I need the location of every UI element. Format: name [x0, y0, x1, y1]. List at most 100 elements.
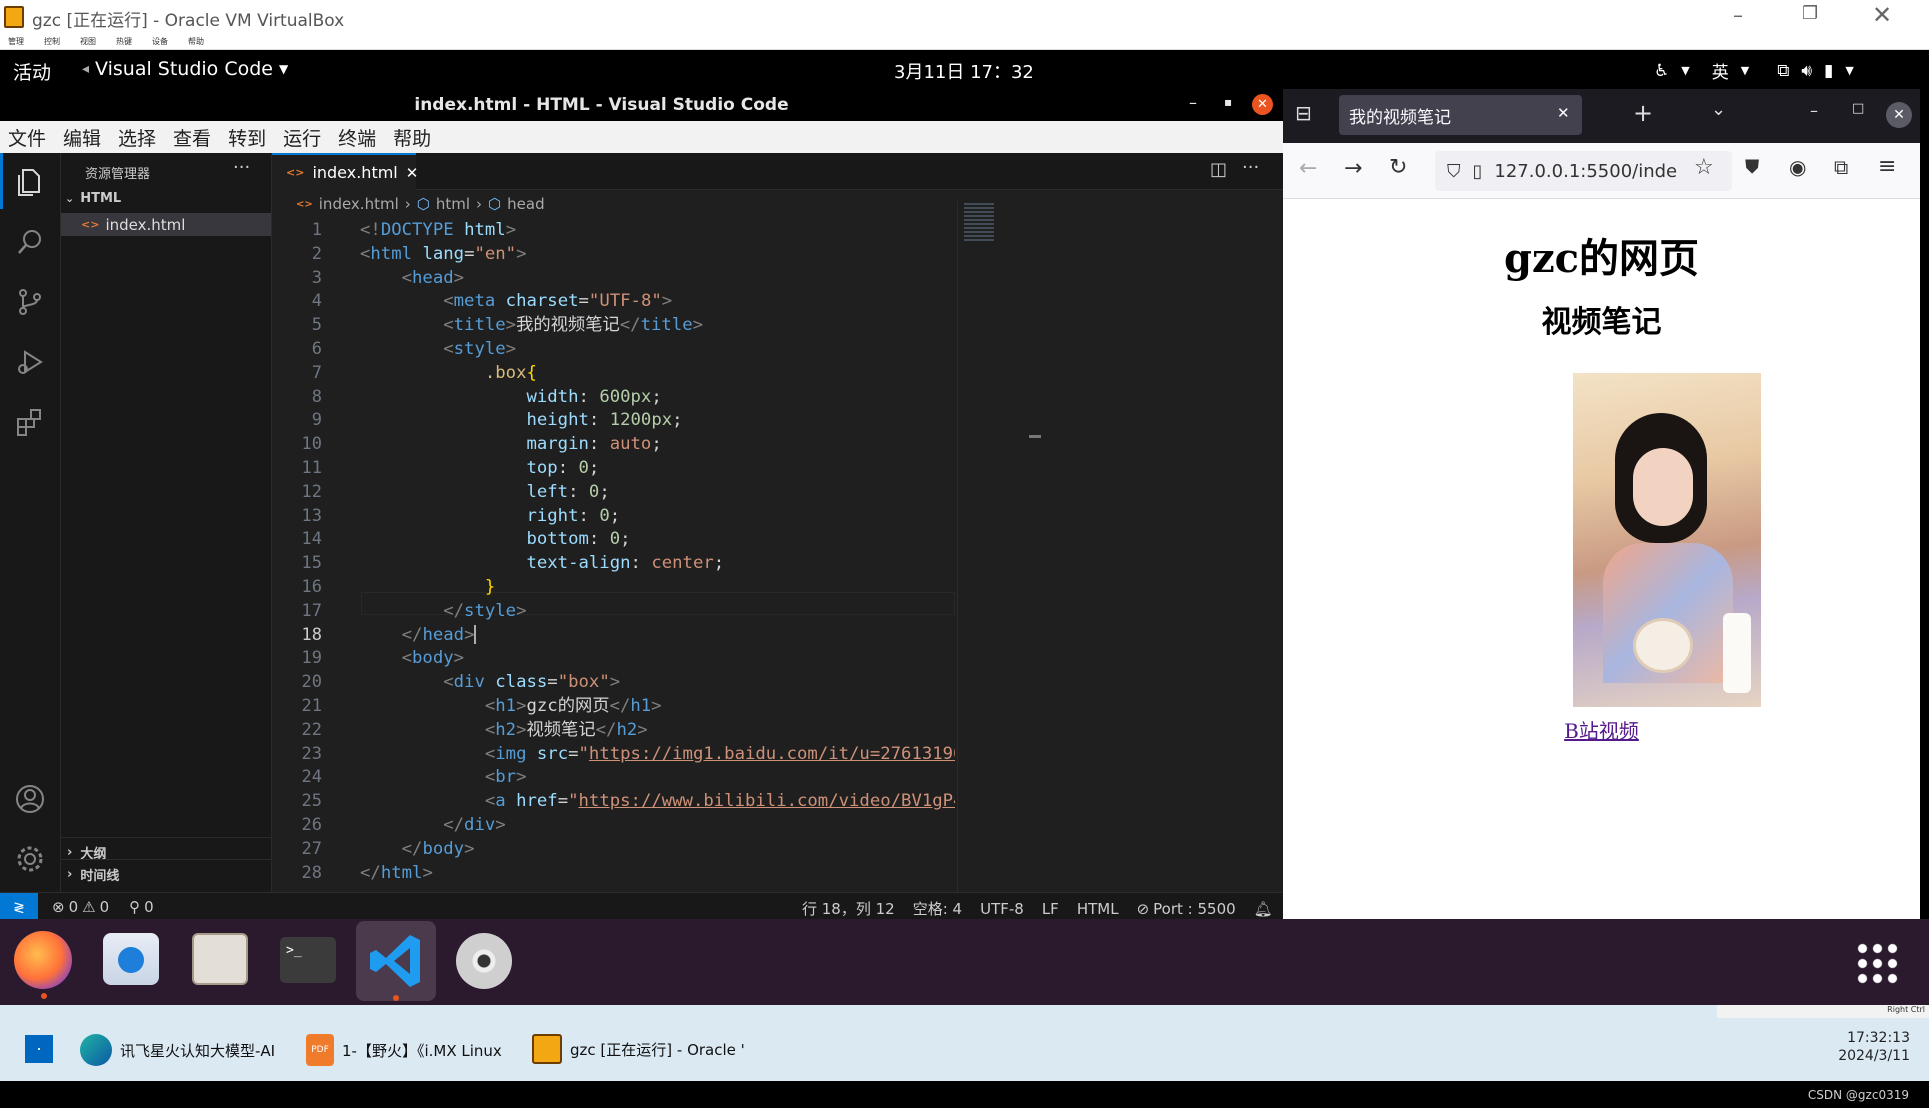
cursor-position[interactable]: 行 18，列 12 [802, 898, 895, 919]
shield-icon[interactable]: ⛉ [1447, 161, 1461, 182]
account-icon[interactable]: ◉ [1789, 155, 1806, 179]
vbox-menu-item[interactable]: 控制 [44, 36, 60, 47]
breadcrumb-item[interactable]: head [507, 195, 544, 213]
vbox-menu-item[interactable]: 帮助 [188, 36, 204, 47]
taskbar-item-virtualbox[interactable]: gzc [正在运行] - Oracle ' [532, 1034, 745, 1064]
menu-run[interactable]: 运行 [283, 124, 321, 151]
software-center-icon[interactable] [103, 933, 159, 985]
tab-overview-icon[interactable]: ⊟ [1295, 101, 1312, 125]
vscode-launcher-active[interactable] [356, 921, 436, 1001]
vbox-menu-item[interactable]: 视图 [80, 36, 96, 47]
vbox-menu-item[interactable]: 热键 [116, 36, 132, 47]
code-token: > [661, 291, 673, 312]
source-control-icon[interactable] [15, 287, 45, 317]
line-number: 2 [311, 243, 322, 264]
indentation[interactable]: 空格: 4 [913, 898, 962, 919]
menu-view[interactable]: 查看 [173, 124, 211, 151]
more-actions-icon[interactable]: ··· [233, 157, 250, 178]
battery-icon[interactable]: ▮ [1824, 61, 1833, 81]
extensions-icon[interactable]: ⧉ [1834, 155, 1848, 179]
close-icon[interactable]: ✕ [1557, 104, 1570, 122]
scrollbar[interactable] [1029, 435, 1041, 438]
code-token: = [578, 291, 589, 312]
remote-indicator-icon[interactable]: ≷ [0, 893, 38, 922]
activities-button[interactable]: 活动 [13, 58, 51, 85]
back-icon[interactable]: ← [1299, 156, 1317, 181]
maximize-icon[interactable]: □ [1852, 101, 1864, 116]
bell-icon[interactable]: 🔔︎ [1254, 900, 1273, 918]
menu-edit[interactable]: 编辑 [63, 124, 101, 151]
breadcrumb-item[interactable]: html [436, 195, 470, 213]
minimize-icon[interactable]: – [1189, 93, 1197, 112]
files-icon[interactable] [192, 933, 248, 985]
close-icon[interactable]: ✕ [1252, 94, 1273, 115]
breadcrumb-item[interactable]: index.html [319, 195, 399, 213]
menu-selection[interactable]: 选择 [118, 124, 156, 151]
minimap[interactable] [957, 201, 1027, 892]
menu-go[interactable]: 转到 [228, 124, 266, 151]
language-mode[interactable]: HTML [1077, 900, 1119, 918]
accounts-icon[interactable] [14, 783, 46, 815]
restore-icon[interactable]: ❐ [1802, 3, 1818, 24]
network-icon[interactable]: ⧉ [1777, 61, 1789, 81]
url-bar[interactable]: ⛉ ▯ 127.0.0.1:5500/inde [1435, 151, 1732, 191]
extensions-icon[interactable] [15, 407, 45, 437]
search-icon[interactable] [15, 227, 45, 257]
show-apps-grid-icon[interactable] [1855, 941, 1899, 985]
code-line: <meta charset="UTF-8"> [360, 290, 955, 314]
menu-terminal[interactable]: 终端 [338, 124, 376, 151]
code-text-area[interactable]: <!DOCTYPE html> <html lang="en"> <head> <… [360, 219, 955, 889]
disc-icon[interactable] [456, 933, 512, 989]
code-token: </ [595, 719, 617, 740]
line-ending[interactable]: LF [1042, 900, 1059, 918]
tab-index-html[interactable]: <> index.html ✕ [272, 153, 419, 190]
firefox-tab-bar: ⊟ 我的视频笔记 ✕ + ⌄ – □ ✕ [1283, 89, 1920, 143]
reload-icon[interactable]: ↻ [1389, 155, 1407, 180]
app-menu[interactable]: ◂ Visual Studio Code ▼ [82, 58, 288, 80]
terminal-icon[interactable]: >_ [280, 937, 336, 983]
menu-icon[interactable]: ≡ [1878, 154, 1896, 179]
list-tabs-icon[interactable]: ⌄ [1711, 99, 1726, 120]
taskbar-item-edge[interactable]: 讯飞星火认知大模型-AI [80, 1034, 275, 1066]
close-icon[interactable]: ✕ [1886, 102, 1912, 128]
more-actions-icon[interactable]: ··· [1242, 157, 1259, 178]
code-token: h2 [616, 719, 638, 740]
taskbar-item-pdf[interactable]: PDF 1-【野火】《i.MX Linux [306, 1034, 502, 1066]
encoding[interactable]: UTF-8 [980, 900, 1024, 918]
vbox-menu-item[interactable]: 设备 [152, 36, 168, 47]
file-index-html[interactable]: <> index.html [61, 213, 271, 236]
minimize-icon[interactable]: – [1733, 3, 1743, 27]
maximize-icon[interactable]: ▪ [1224, 95, 1232, 109]
split-editor-icon[interactable]: ◫ [1210, 159, 1227, 180]
code-token: < [484, 695, 496, 716]
new-tab-icon[interactable]: + [1633, 99, 1653, 127]
firefox-launcher-icon[interactable] [14, 931, 72, 989]
menu-help[interactable]: 帮助 [393, 124, 431, 151]
folder-html[interactable]: ⌄ HTML [65, 191, 121, 206]
system-tray[interactable]: ♿︎ ▼ 英 ▼ ⧉ 🔊︎ ▮ ▼ [1654, 58, 1854, 84]
problems-indicator[interactable]: ⊗ 0 ⚠ 0 ⚲ 0 [52, 898, 154, 916]
volume-icon[interactable]: 🔊︎ [1801, 61, 1812, 81]
run-debug-icon[interactable] [15, 347, 45, 377]
accessibility-icon[interactable]: ♿︎ [1654, 61, 1669, 81]
vbox-menu-item[interactable]: 管理 [8, 36, 24, 47]
pocket-icon[interactable]: ⛊ [1745, 156, 1759, 178]
settings-gear-icon[interactable] [14, 843, 46, 875]
firefox-tab[interactable]: 我的视频笔记 ✕ [1339, 95, 1582, 135]
bookmark-star-icon[interactable]: ☆ [1694, 155, 1714, 180]
close-icon[interactable]: ✕ [406, 164, 419, 182]
windows-start-icon[interactable] [25, 1035, 53, 1063]
input-method[interactable]: 英 [1712, 58, 1729, 83]
minimize-icon[interactable]: – [1810, 101, 1818, 120]
timeline-section[interactable]: › 时间线 [67, 865, 119, 884]
menu-file[interactable]: 文件 [8, 124, 46, 151]
code-token: meta [453, 291, 496, 312]
system-clock[interactable]: 17:32:13 2024/3/11 [1820, 1030, 1910, 1064]
live-server-port[interactable]: ⊘ Port : 5500 [1137, 900, 1236, 918]
explorer-icon[interactable] [15, 167, 45, 197]
forward-icon[interactable]: → [1344, 156, 1362, 181]
close-icon[interactable]: ✕ [1872, 1, 1892, 29]
bilibili-link[interactable]: B站视频 [1283, 715, 1920, 744]
clock[interactable]: 3月11日 17：32 [894, 58, 1034, 84]
